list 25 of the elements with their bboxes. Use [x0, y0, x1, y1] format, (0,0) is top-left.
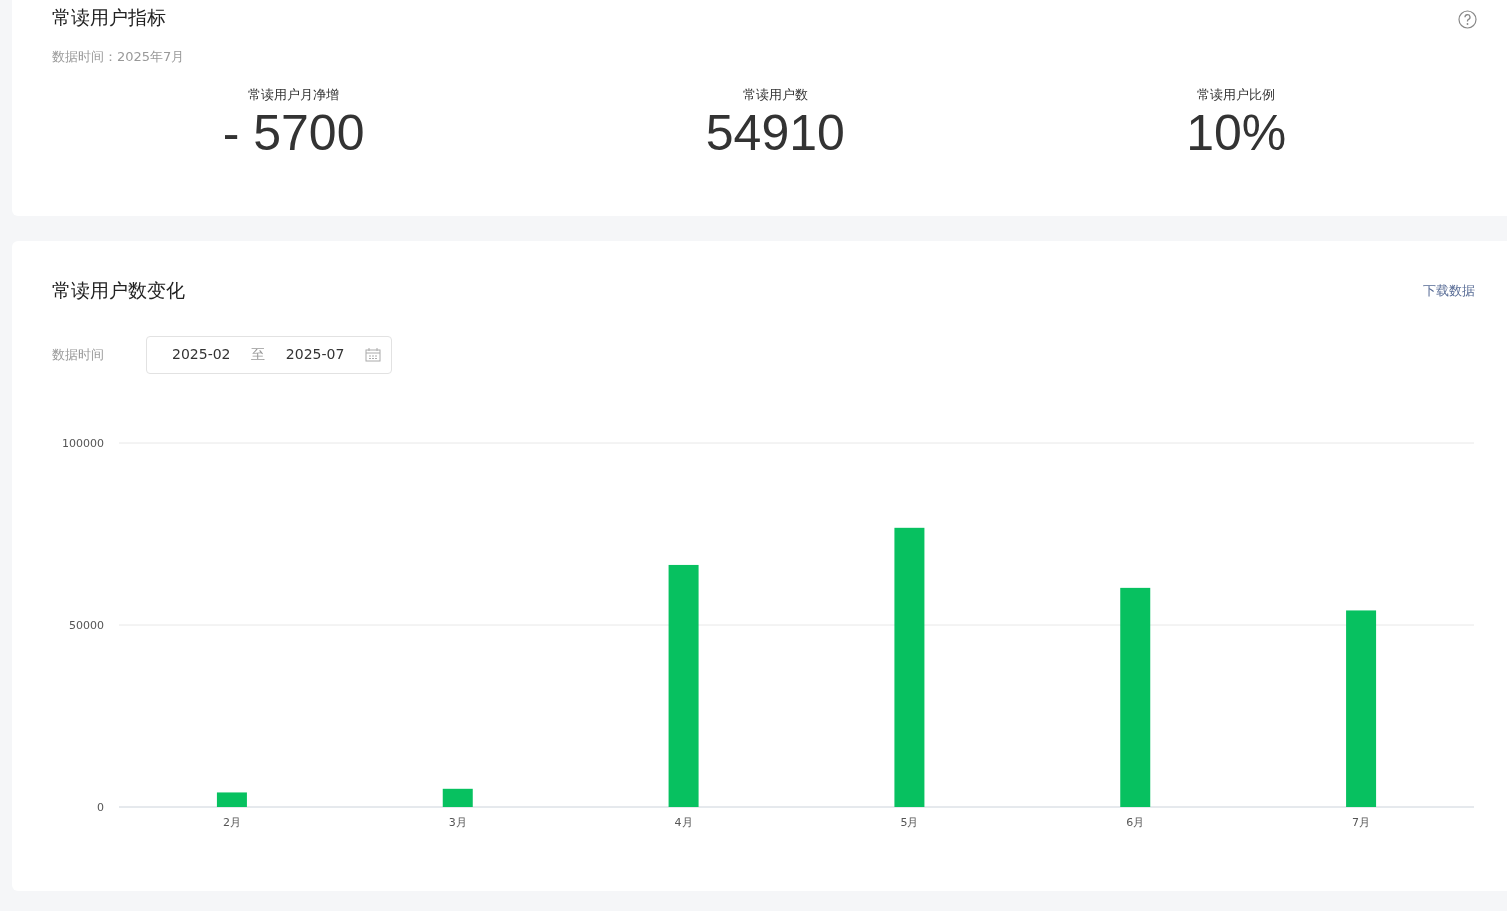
metric-label: 常读用户数	[742, 86, 808, 105]
help-icon[interactable]	[1458, 10, 1477, 29]
x-axis-label: 5月	[900, 815, 919, 829]
bar	[216, 792, 247, 807]
calendar-icon	[364, 347, 381, 362]
metric-value: 54910	[704, 106, 846, 162]
metric-label: 常读用户月净增	[248, 86, 340, 105]
filter-label: 数据时间	[52, 345, 105, 364]
date-range-field[interactable]: 2025-02 至 2025-07	[146, 335, 392, 374]
metric-label: 常读用户比例	[1197, 86, 1276, 105]
download-link[interactable]: 下载数据	[1423, 280, 1475, 301]
x-axis-label: 4月	[674, 815, 693, 829]
x-axis-label: 7月	[1352, 815, 1371, 829]
y-axis-label: 50000	[69, 618, 104, 632]
section-title: 常读用户数变化	[52, 278, 185, 303]
bar	[442, 788, 473, 807]
x-axis-label: 6月	[1126, 815, 1145, 829]
x-axis-label: 2月	[222, 815, 241, 829]
x-axis-label: 3月	[448, 815, 467, 829]
data-time-text: 数据时间：2025年7月	[52, 47, 186, 66]
y-axis-label: 100000	[62, 436, 104, 450]
metric-value: 10%	[1185, 106, 1288, 162]
y-axis-label: 0	[97, 800, 104, 814]
section-title: 常读用户指标	[52, 5, 166, 30]
metric-value: - 5700	[221, 106, 366, 162]
